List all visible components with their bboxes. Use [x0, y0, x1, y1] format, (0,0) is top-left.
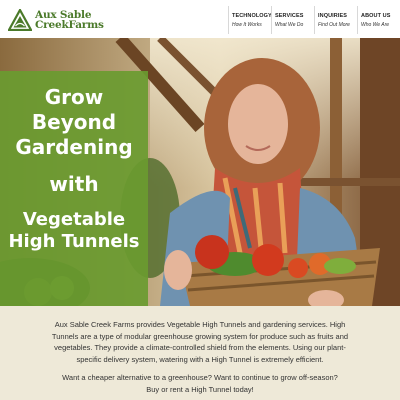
nav-item-about-us[interactable]: ABOUT US Who We Are [357, 6, 400, 34]
hero-headline-line: Gardening [15, 135, 133, 159]
intro-paragraph: Aux Sable Creek Farms provides Vegetable… [51, 320, 349, 364]
nav-item-title: ABOUT US [361, 12, 391, 19]
hero-headline-box: Grow Beyond Gardening with Vegetable Hig… [0, 71, 148, 306]
hero-banner: Grow Beyond Gardening with Vegetable Hig… [0, 38, 400, 306]
triangle-logo-icon [8, 9, 32, 31]
nav-item-title: INQUIRIES [318, 12, 348, 19]
cta-paragraph: Want a cheaper alternative to a greenhou… [62, 373, 338, 394]
nav-item-subtitle: What We Do [275, 21, 304, 28]
brand-name: Aux Sable CreekFarms [35, 10, 104, 31]
nav-item-subtitle: Who We Are [361, 21, 390, 28]
nav-item-inquiries[interactable]: INQUIRIES Find Out More [314, 6, 357, 34]
hero-headline-line: Vegetable [22, 209, 126, 230]
hero-headline-with: with [49, 172, 99, 196]
brand-line-2: CreekFarms [35, 19, 104, 31]
hero-headline-line: Grow [44, 85, 104, 109]
nav-item-technology[interactable]: TECHNOLOGY How It Works [228, 6, 272, 34]
nav-item-subtitle: Find Out More [318, 21, 350, 28]
nav-item-title: TECHNOLOGY [232, 12, 272, 19]
nav-item-services[interactable]: SERVICES What We Do [271, 6, 314, 34]
brand-logo[interactable]: Aux Sable CreekFarms [8, 8, 108, 32]
hero-headline-line: High Tunnels [8, 231, 140, 252]
nav-item-title: SERVICES [275, 12, 304, 19]
main-nav: TECHNOLOGY How It Works SERVICES What We… [228, 6, 400, 34]
intro-section: Aux Sable Creek Farms provides Vegetable… [0, 306, 400, 400]
site-header: Aux Sable CreekFarms TECHNOLOGY How It W… [0, 0, 400, 38]
hero-headline-line: Beyond [31, 110, 117, 134]
nav-item-subtitle: How It Works [232, 21, 262, 28]
